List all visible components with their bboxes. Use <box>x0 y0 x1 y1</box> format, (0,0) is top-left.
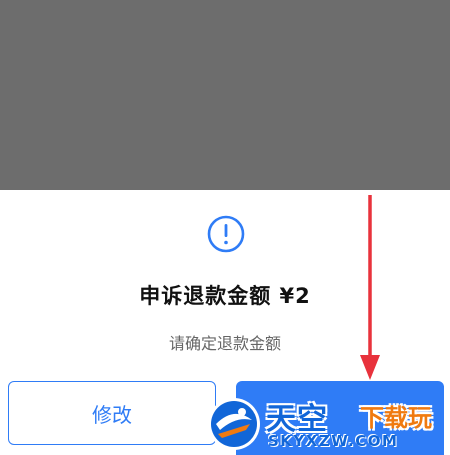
red-down-arrow-annotation <box>360 195 380 380</box>
watermark-accent-text: 下载玩 <box>360 404 432 432</box>
dim-overlay[interactable] <box>0 0 450 190</box>
exclamation-circle-icon <box>207 215 245 253</box>
modify-button[interactable]: 修改 <box>8 381 216 445</box>
watermark: 天空 下载玩 SKYXZW.COM <box>200 392 450 455</box>
watermark-logo-icon <box>208 398 260 450</box>
watermark-url: SKYXZW.COM <box>268 432 399 450</box>
